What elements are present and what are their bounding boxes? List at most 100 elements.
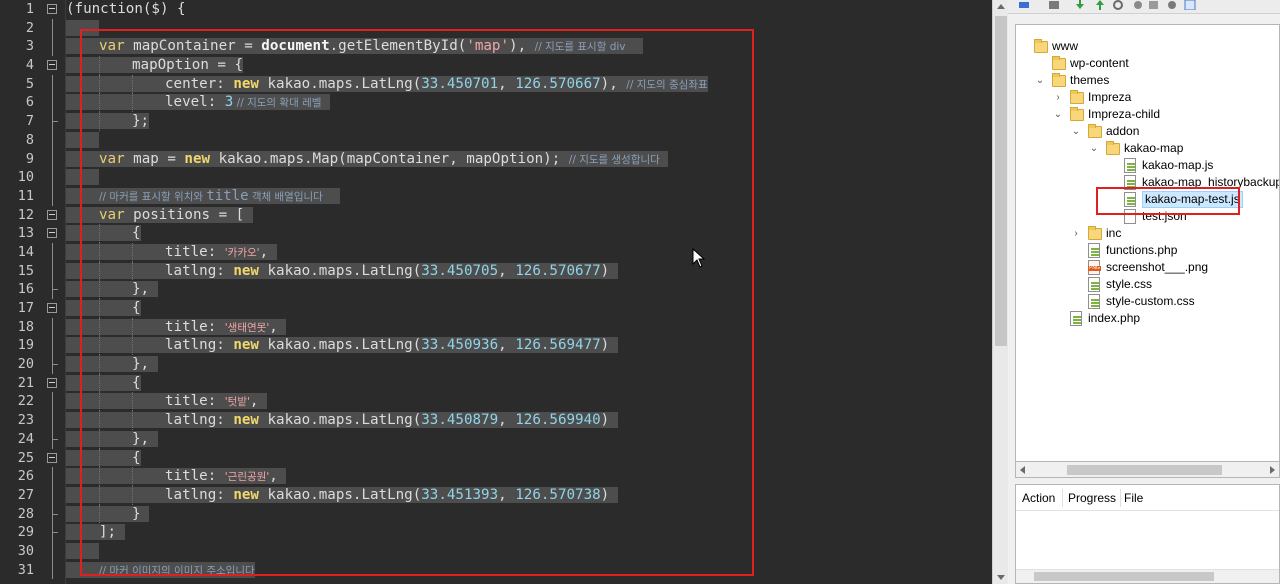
- code-line: // 마커 이미지의 이미지 주소입니다: [66, 561, 992, 580]
- collapse-chevron-icon[interactable]: ⌄: [1088, 140, 1100, 157]
- indent-guide: [132, 485, 165, 505]
- folder-icon: [1070, 90, 1084, 104]
- line-number: 16: [17, 281, 34, 298]
- code-line: {: [66, 373, 992, 393]
- close-paren: ): [600, 337, 610, 354]
- indent-guide: [99, 467, 132, 486]
- selection: latlng: new kakao.maps.LatLng(33.450705,…: [66, 261, 618, 281]
- fold-line: [52, 523, 53, 542]
- line-number: 10: [17, 169, 34, 186]
- column-divider[interactable]: [1120, 489, 1121, 507]
- stop-icon[interactable]: [1148, 0, 1160, 10]
- fold-row: [40, 130, 65, 150]
- fold-toggle-icon[interactable]: [47, 60, 57, 71]
- refresh-icon[interactable]: [1132, 0, 1144, 10]
- selection: {: [66, 224, 141, 243]
- fold-toggle-icon[interactable]: [47, 228, 57, 239]
- tree-horizontal-scrollbar[interactable]: [1015, 462, 1280, 478]
- queue-column-file[interactable]: File: [1124, 491, 1143, 505]
- queue-column-progress[interactable]: Progress: [1068, 491, 1116, 505]
- fold-row: [40, 560, 65, 580]
- tree-label: test.json: [1142, 209, 1187, 223]
- tree-label: Impreza-child: [1088, 107, 1161, 121]
- script-file-icon: [1124, 192, 1136, 207]
- scrollbar-thumb[interactable]: [1067, 465, 1222, 475]
- selection: latlng: new kakao.maps.LatLng(33.450879,…: [66, 411, 618, 430]
- scroll-up-icon[interactable]: [997, 4, 1005, 9]
- selection: {: [66, 299, 141, 318]
- title-key: title:: [165, 468, 225, 485]
- code-line: center: new kakao.maps.LatLng(33.450701,…: [66, 74, 992, 94]
- selection: title: '카카오',: [66, 242, 277, 262]
- latlng-key: latlng:: [165, 486, 234, 503]
- title-key: title:: [165, 243, 225, 260]
- scroll-left-icon[interactable]: [1020, 466, 1025, 474]
- tree-label: kakao-map_historybackup.js: [1142, 175, 1280, 189]
- sync-icon[interactable]: [1112, 0, 1124, 10]
- fold-row: [40, 504, 65, 524]
- fold-toggle-icon[interactable]: [47, 377, 57, 388]
- fold-row: [40, 336, 65, 356]
- fold-line: [52, 336, 53, 356]
- latlng-call: kakao.maps.LatLng(: [258, 486, 422, 503]
- latlng-key: latlng:: [165, 412, 234, 429]
- file-tree[interactable]: www wp-content ⌄ themes › Impreza ⌄ Impreza-chi…: [1015, 24, 1280, 462]
- code-line: var positions = [: [66, 206, 992, 225]
- image-file-icon: [1088, 260, 1101, 275]
- marker-title: '근린공원': [224, 471, 270, 484]
- script-file-icon: [1070, 311, 1082, 326]
- fold-row: [40, 206, 65, 225]
- collapse-chevron-icon[interactable]: ⌄: [1052, 106, 1064, 123]
- code-area[interactable]: (function($) { ​ var mapContainer = docu…: [66, 0, 992, 584]
- line-number: 22: [17, 393, 34, 410]
- script-file-icon: [1124, 158, 1136, 173]
- fold-line: [52, 168, 53, 187]
- queue-column-action[interactable]: Action: [1022, 491, 1055, 505]
- collapse-chevron-icon[interactable]: ⌄: [1070, 123, 1082, 140]
- tree-label: www: [1052, 39, 1078, 53]
- selection: {: [66, 373, 141, 393]
- line-number: 14: [17, 243, 34, 260]
- line-number: 11: [17, 187, 34, 204]
- longitude: 126.570738: [515, 486, 601, 503]
- fold-row: [40, 112, 65, 131]
- server-icon[interactable]: [1048, 0, 1060, 10]
- upload-icon[interactable]: [1094, 0, 1106, 10]
- selection: title: '텃밭',: [66, 392, 267, 412]
- latlng-key: latlng:: [165, 262, 234, 279]
- tree-label: style-custom.css: [1106, 294, 1195, 308]
- new-keyword: new: [233, 486, 259, 503]
- queue-horizontal-scrollbar[interactable]: [1016, 569, 1279, 583]
- scroll-down-icon[interactable]: [997, 575, 1005, 580]
- column-divider[interactable]: [1062, 489, 1063, 507]
- fold-line: [52, 130, 53, 150]
- download-icon[interactable]: [1074, 0, 1086, 10]
- view-list-icon[interactable]: [1184, 0, 1196, 10]
- indent-guide: [66, 243, 99, 262]
- code-line: {: [66, 299, 992, 318]
- fold-line: [52, 280, 53, 299]
- scroll-right-icon[interactable]: [1270, 466, 1275, 474]
- selection: },: [66, 429, 158, 449]
- collapse-chevron-icon[interactable]: ⌄: [1034, 72, 1046, 89]
- folder-icon: [1052, 56, 1066, 70]
- fold-toggle-icon[interactable]: [47, 303, 57, 313]
- fold-line: [52, 541, 53, 561]
- scrollbar-thumb[interactable]: [995, 16, 1007, 346]
- fold-toggle-icon[interactable]: [47, 4, 57, 14]
- expand-chevron-icon[interactable]: ›: [1070, 225, 1082, 242]
- fold-toggle-icon[interactable]: [47, 452, 57, 463]
- expand-chevron-icon[interactable]: ›: [1052, 89, 1064, 106]
- code-line: latlng: new kakao.maps.LatLng(33.450705,…: [66, 261, 992, 281]
- code-editor[interactable]: 1 2 3 4 5 6 7 8 9 10 11 12 13 14 15 16 17 18 19 20 21 22 23 24 2…: [0, 0, 992, 584]
- selection: latlng: new kakao.maps.LatLng(33.450936,…: [66, 336, 618, 356]
- scrollbar-thumb[interactable]: [1034, 572, 1214, 581]
- connect-icon[interactable]: [1018, 0, 1030, 10]
- settings-gear-icon[interactable]: [1166, 0, 1178, 10]
- fold-toggle-icon[interactable]: [47, 209, 57, 220]
- editor-vertical-scrollbar[interactable]: [992, 0, 1008, 584]
- code-line: {: [66, 224, 992, 243]
- indent-guide: [99, 355, 132, 374]
- latlng-call: kakao.maps.LatLng(: [258, 337, 422, 354]
- indent-guide: [132, 467, 165, 486]
